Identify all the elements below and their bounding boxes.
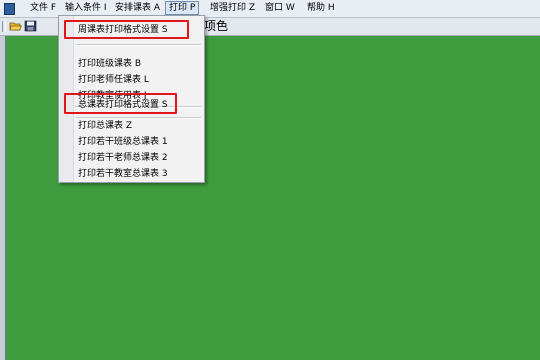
annotation-highlight-box (64, 93, 177, 114)
toolbar-grip[interactable] (2, 21, 6, 32)
menu-item-print-several-class-master[interactable]: 打印若干班级总课表 1 (78, 136, 168, 148)
menu-item-print-several-classroom-master[interactable]: 打印若干教室总课表 3 (78, 168, 168, 180)
menu-item-print-master-schedule[interactable]: 打印总课表 Z (78, 120, 132, 132)
save-disk-icon[interactable] (24, 20, 37, 32)
menu-item-print-class-schedule[interactable]: 打印班级课表 B (78, 58, 141, 70)
open-folder-icon[interactable] (9, 20, 23, 32)
menu-separator (75, 44, 201, 46)
menu-item-print-teacher-schedule[interactable]: 打印老师任课表 L (78, 74, 149, 86)
menu-input-conditions[interactable]: 输入条件 I (62, 2, 110, 14)
menu-item-print-several-teacher-master[interactable]: 打印若干老师总课表 2 (78, 152, 168, 164)
menu-help[interactable]: 帮助 H (304, 2, 338, 14)
menu-print[interactable]: 打印 P (165, 1, 200, 15)
menu-separator (75, 117, 201, 119)
menu-arrange-schedule[interactable]: 安排课表 A (112, 2, 163, 14)
print-menu-dropdown: 周课表打印格式设置 S 打印班级课表 B 打印老师任课表 L 打印教室使用表 J… (58, 15, 205, 183)
app-system-icon[interactable] (4, 3, 15, 15)
menu-window[interactable]: 窗口 W (262, 2, 298, 14)
toolbar-partial-text: 项色 (204, 19, 229, 33)
annotation-highlight-box (64, 20, 189, 39)
menu-file[interactable]: 文件 F (27, 2, 59, 14)
menu-enhanced-print[interactable]: 增强打印 Z (207, 2, 258, 14)
